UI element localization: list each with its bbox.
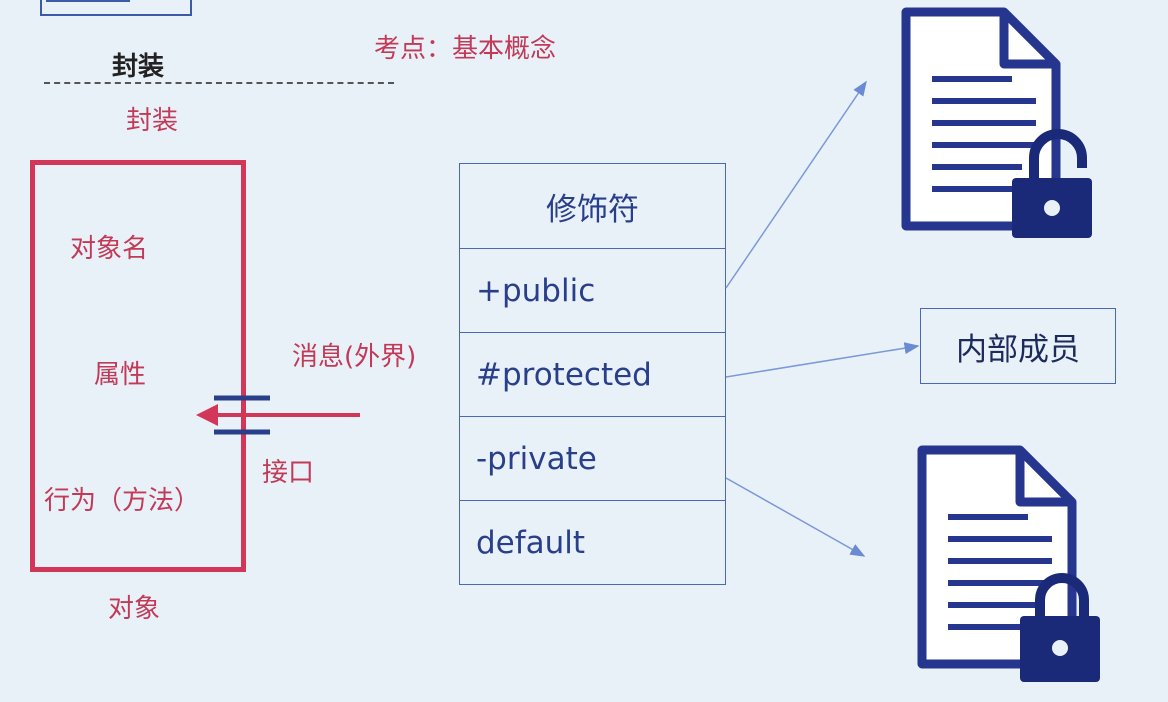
interface-symbol — [196, 395, 360, 435]
document-lock-icon — [917, 445, 1100, 682]
diagram-connectors — [196, 7, 1100, 682]
arrow-public — [725, 80, 867, 289]
document-lock-icon — [901, 7, 1092, 238]
arrow-protected — [725, 342, 920, 378]
arrow-private — [725, 477, 866, 557]
